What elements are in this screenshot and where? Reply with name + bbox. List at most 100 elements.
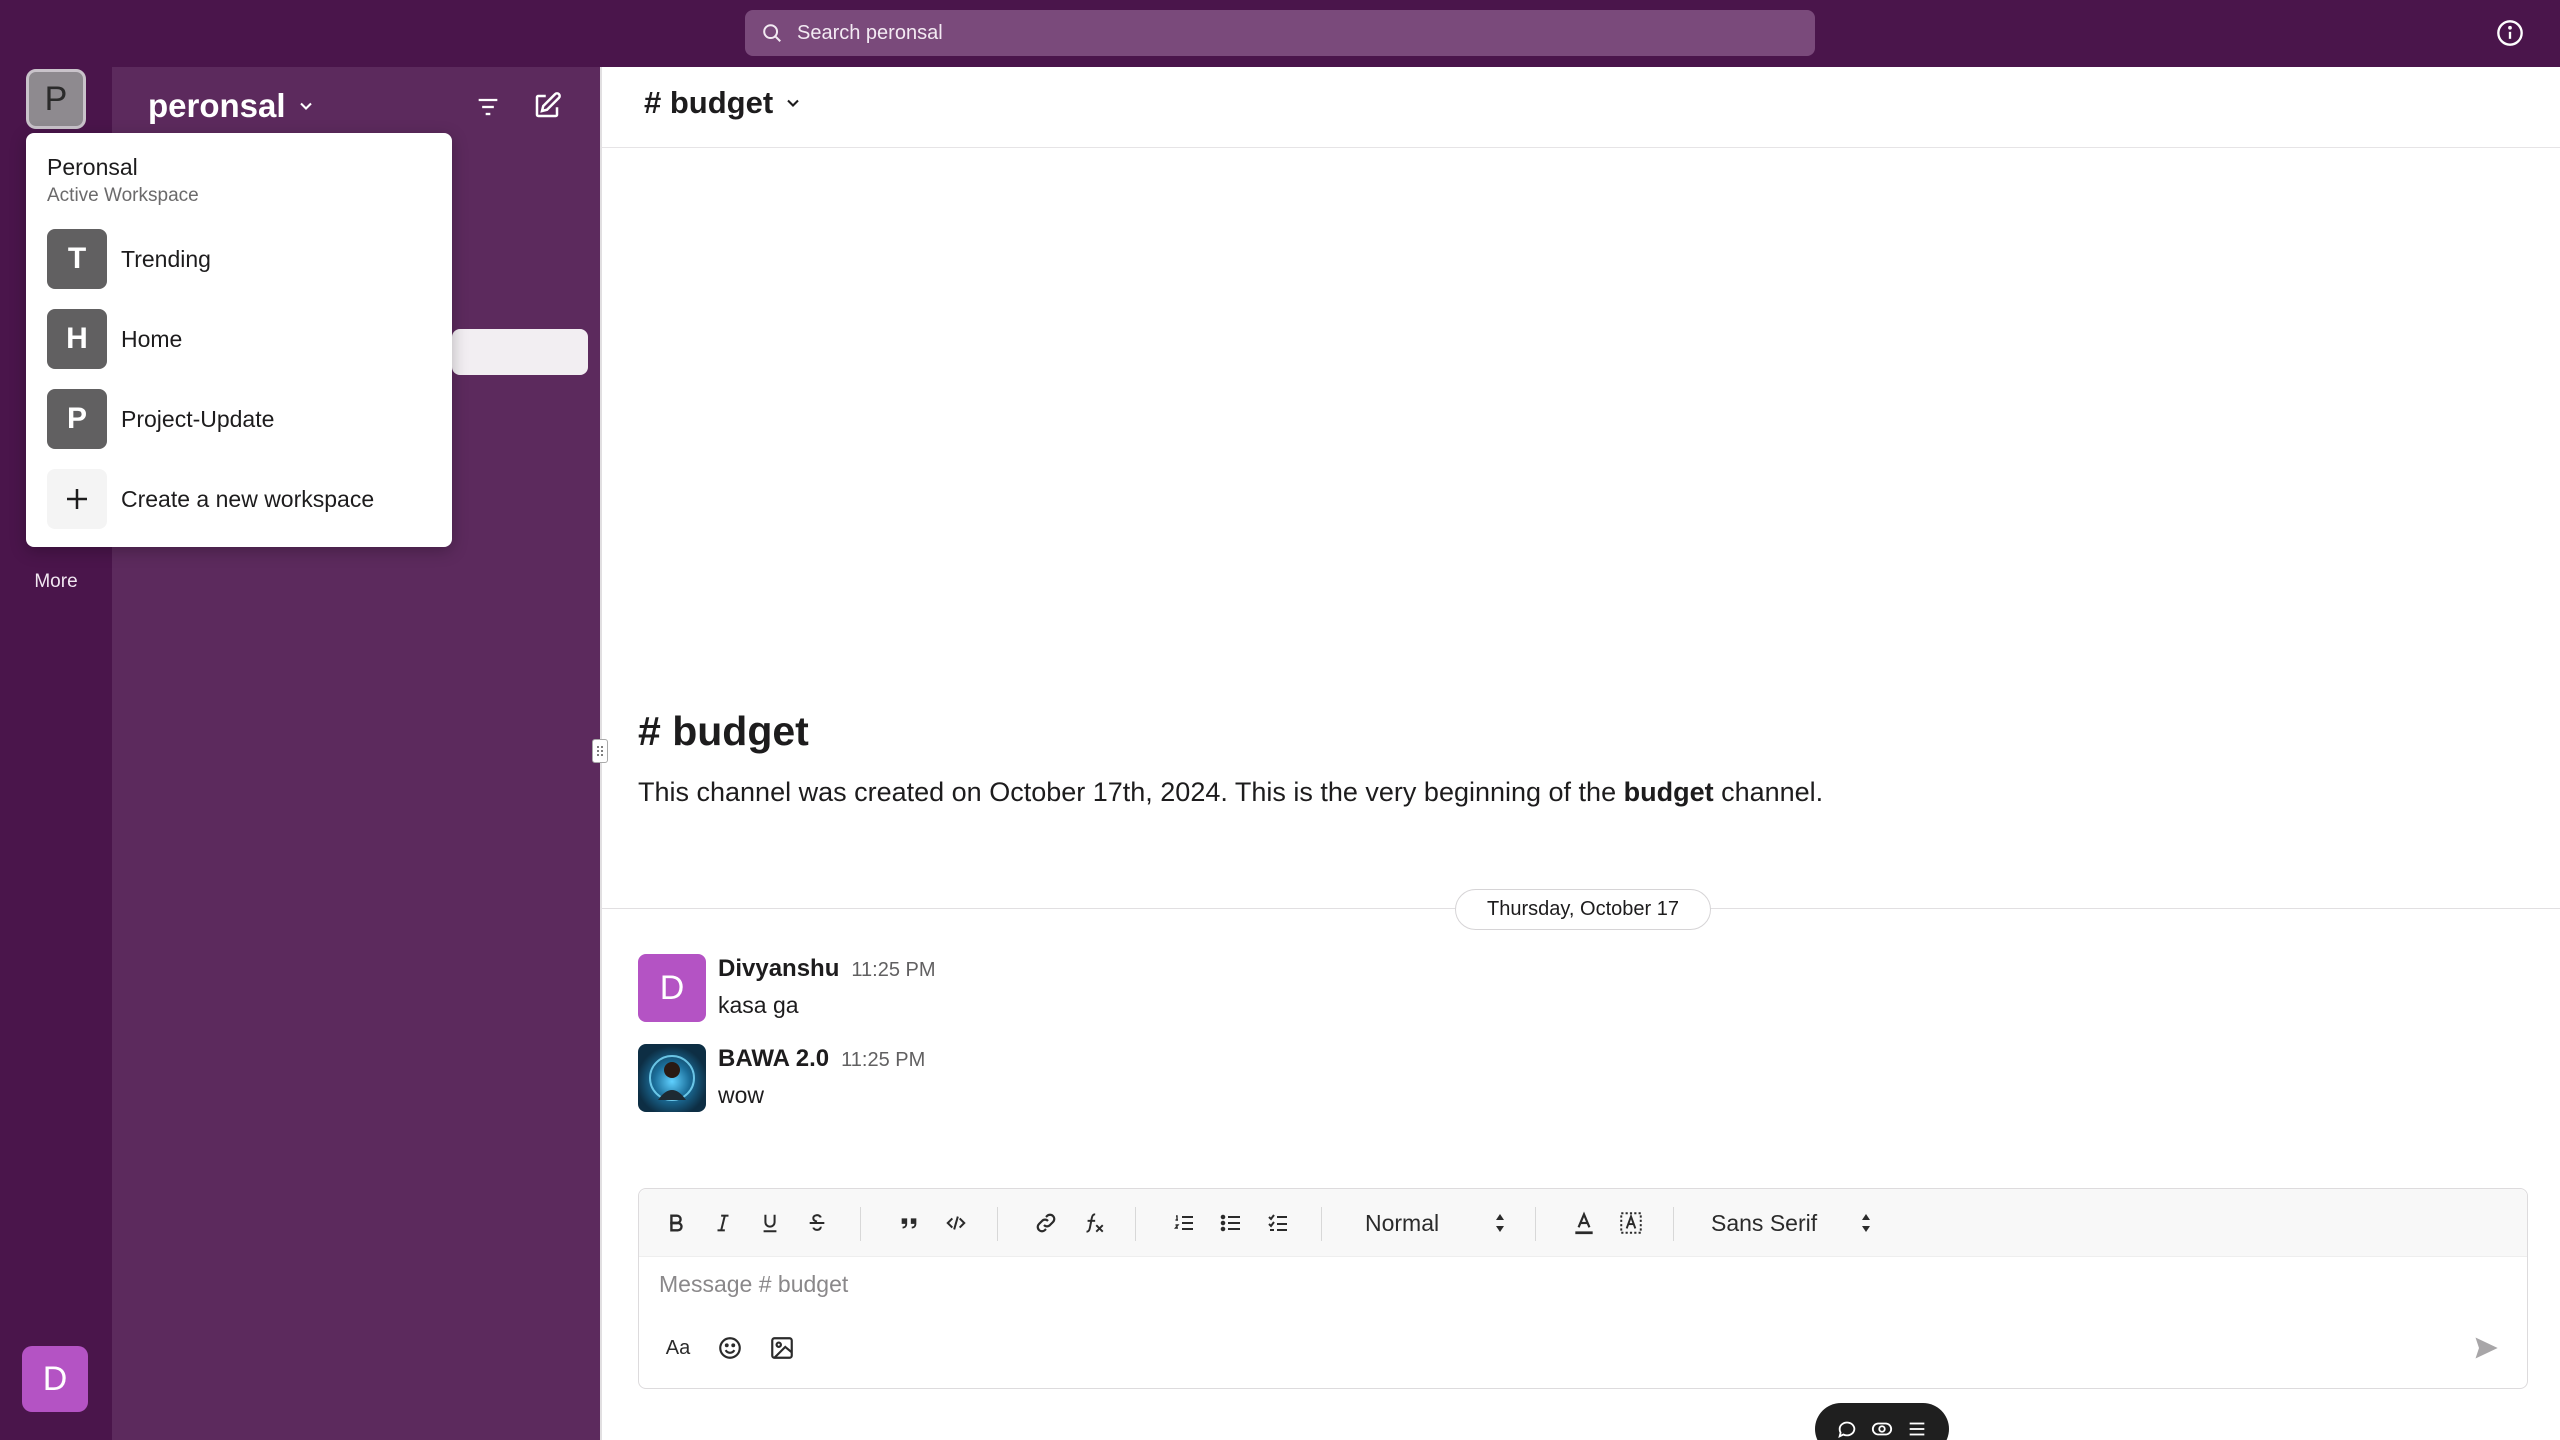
bullet-list-button[interactable] (1214, 1206, 1248, 1240)
intro-text-suffix: channel. (1713, 777, 1824, 807)
workspace-avatar[interactable]: P (26, 69, 86, 129)
workspace-item-label: Home (121, 325, 183, 352)
message-text: kasa ga (718, 992, 799, 1018)
channel-title-button[interactable]: # budget (644, 85, 803, 121)
channel-title: # budget (644, 85, 774, 120)
channel-intro-text: This channel was created on October 17th… (638, 777, 1823, 808)
ordered-list-button[interactable] (1167, 1206, 1201, 1240)
strikethrough-icon (809, 1214, 825, 1231)
italic-button[interactable] (706, 1206, 740, 1240)
send-button[interactable] (2469, 1331, 2503, 1365)
italic-icon (717, 1214, 729, 1232)
checklist-icon (1268, 1214, 1287, 1231)
filter-icon[interactable] (474, 93, 502, 121)
toolbar-divider (1135, 1207, 1136, 1241)
channel-intro-title: # budget (638, 708, 809, 754)
sidebar-resize-handle[interactable] (592, 739, 608, 763)
chat-bubble-icon[interactable] (1836, 1418, 1858, 1440)
font-select[interactable]: Sans Serif (1711, 1206, 1881, 1240)
chevron-down-icon (299, 102, 312, 110)
avatar[interactable]: D (638, 954, 706, 1022)
message-timestamp[interactable]: 11:25 PM (851, 959, 935, 981)
code-button[interactable] (939, 1206, 973, 1240)
strikethrough-button[interactable] (800, 1206, 834, 1240)
formatting-toolbar: Normal Sans Serif (639, 1189, 2527, 1257)
message-text: wow (718, 1082, 765, 1108)
create-workspace-label: Create a new workspace (121, 485, 375, 512)
select-arrows-icon (1862, 1214, 1870, 1232)
highlight-icon (1620, 1212, 1642, 1234)
floating-action-bar (1815, 1403, 1949, 1440)
workspace-switcher-menu: Peronsal Active Workspace T Trending H H… (26, 133, 452, 547)
image-upload-button[interactable] (765, 1331, 799, 1365)
workspace-letter-avatar: T (47, 229, 107, 289)
underline-button[interactable] (753, 1206, 787, 1240)
text-style-select[interactable]: Normal (1365, 1206, 1515, 1240)
workspace-item-home[interactable]: H Home (47, 309, 437, 369)
drag-handle-icon (597, 746, 603, 756)
message-row: BAWA 2.0 11:25 PM wow (638, 1044, 2438, 1112)
text-color-button[interactable] (1567, 1206, 1601, 1240)
format-toggle-button[interactable]: Aa (661, 1331, 695, 1365)
message-header: BAWA 2.0 11:25 PM (718, 1045, 925, 1073)
workspace-name: peronsal (148, 87, 286, 124)
intro-channel-name: budget (1623, 777, 1714, 807)
workspace-item-project-update[interactable]: P Project-Update (47, 389, 437, 449)
channel-view: # budget # budget This channel was creat… (592, 67, 2560, 1440)
emoji-icon (719, 1337, 741, 1359)
user-avatar[interactable]: D (22, 1346, 88, 1412)
send-icon (2475, 1337, 2498, 1359)
toolbar-divider (1321, 1207, 1322, 1241)
formula-button[interactable] (1076, 1206, 1110, 1240)
image-icon (771, 1337, 793, 1359)
rail-more-button[interactable]: More (0, 571, 112, 593)
search-bar[interactable]: Search peronsal (745, 10, 1815, 56)
info-icon[interactable] (2496, 19, 2524, 47)
toolbar-divider (1535, 1207, 1536, 1241)
workspace-item-label: Trending (121, 245, 211, 272)
code-icon (946, 1216, 966, 1230)
top-bar: Search peronsal (0, 0, 2560, 67)
toolbar-divider (1673, 1207, 1674, 1241)
workspace-letter-avatar: H (47, 309, 107, 369)
menu-icon[interactable] (1906, 1418, 1928, 1440)
intro-text-prefix: This channel was created on October 17th… (638, 777, 1624, 807)
sidebar-selected-channel[interactable] (452, 329, 588, 375)
message-timestamp[interactable]: 11:25 PM (841, 1049, 925, 1071)
blockquote-button[interactable] (892, 1206, 926, 1240)
underline-icon (763, 1214, 777, 1233)
avatar[interactable] (638, 1044, 706, 1112)
bold-button[interactable] (659, 1206, 693, 1240)
message-header: Divyanshu 11:25 PM (718, 955, 936, 983)
link-button[interactable] (1029, 1206, 1063, 1240)
message-author[interactable]: Divyanshu (718, 955, 839, 982)
workspace-letter-avatar: P (47, 389, 107, 449)
text-style-value: Normal (1365, 1209, 1440, 1236)
message-row: D Divyanshu 11:25 PM kasa ga (638, 954, 2438, 1022)
workspace-item-trending[interactable]: T Trending (47, 229, 437, 289)
compose-icon[interactable] (532, 91, 562, 121)
text-color-icon (1575, 1211, 1593, 1235)
toolbar-divider (860, 1207, 861, 1241)
message-author[interactable]: BAWA 2.0 (718, 1045, 829, 1072)
toggle-icon[interactable] (1871, 1418, 1893, 1440)
workspace-name-button[interactable]: peronsal (148, 87, 316, 125)
link-icon (1036, 1213, 1056, 1233)
ordered-list-icon (1174, 1215, 1193, 1230)
active-workspace-label: Active Workspace (47, 185, 199, 206)
message-input[interactable]: Message # budget (659, 1271, 848, 1298)
quote-icon (901, 1218, 917, 1229)
bold-icon (670, 1214, 683, 1232)
emoji-button[interactable] (713, 1331, 747, 1365)
create-workspace-button[interactable]: Create a new workspace (47, 469, 437, 529)
search-icon (763, 24, 781, 42)
active-workspace-name: Peronsal (47, 154, 138, 180)
plus-icon (47, 469, 107, 529)
highlight-color-button[interactable] (1614, 1206, 1648, 1240)
chevron-down-icon (787, 99, 799, 107)
workspace-item-label: Project-Update (121, 405, 275, 432)
search-placeholder: Search peronsal (797, 21, 943, 44)
message-composer: Normal Sans Serif Message # budget Aa (638, 1188, 2528, 1389)
date-divider[interactable]: Thursday, October 17 (1455, 889, 1711, 930)
checklist-button[interactable] (1261, 1206, 1295, 1240)
